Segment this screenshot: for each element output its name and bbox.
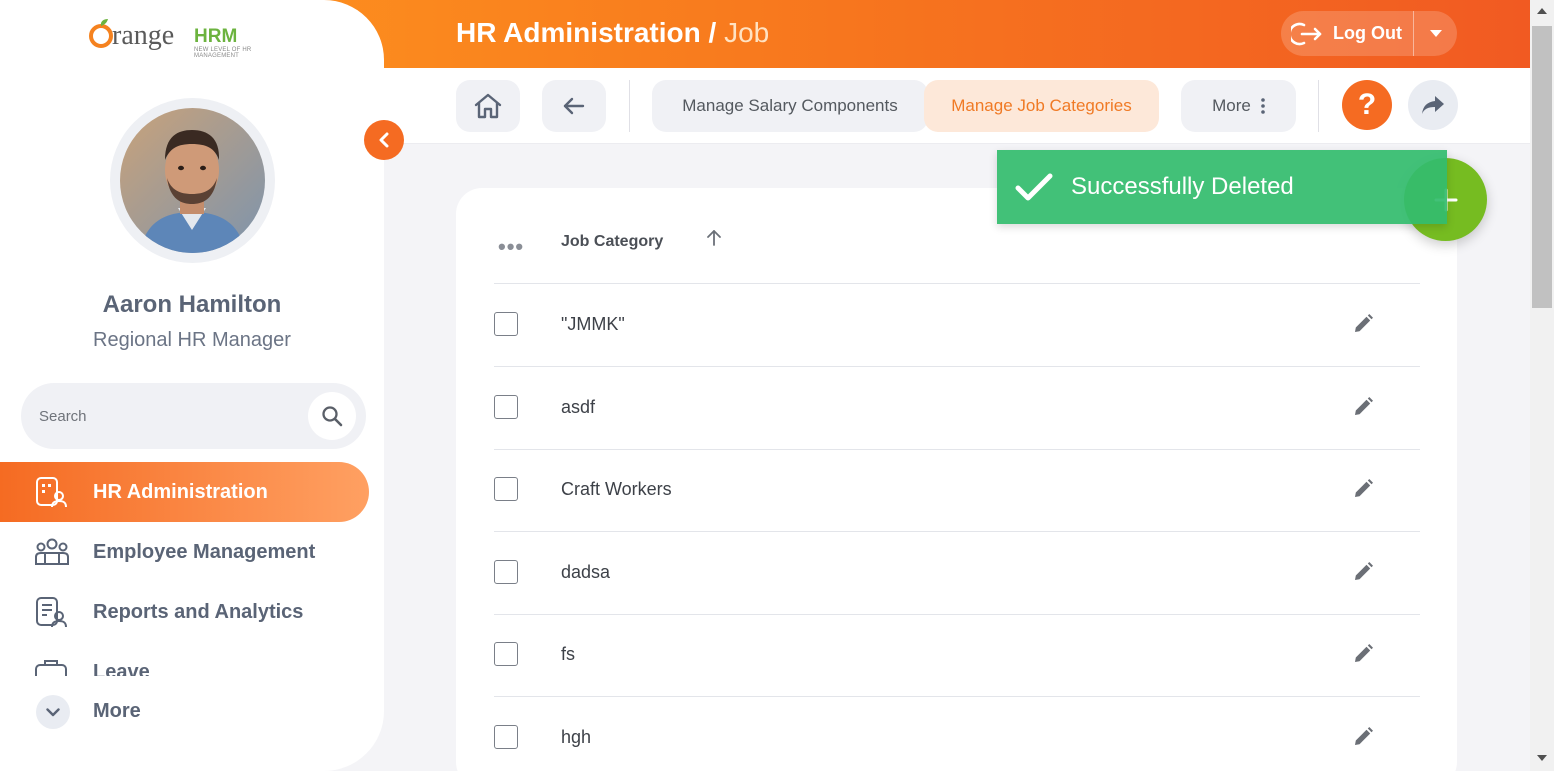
search-icon bbox=[322, 406, 343, 427]
row-checkbox[interactable] bbox=[494, 642, 518, 666]
job-category-name: "JMMK" bbox=[561, 314, 625, 334]
scroll-up-icon[interactable] bbox=[1537, 8, 1547, 14]
sidebar-more[interactable]: More bbox=[0, 690, 384, 734]
chevron-down-icon[interactable] bbox=[1414, 11, 1457, 56]
column-header-job-category[interactable]: Job Category bbox=[561, 233, 663, 251]
tab-manage-job-categories[interactable]: Manage Job Categories bbox=[924, 80, 1159, 132]
page-title-sub: Job bbox=[724, 17, 770, 48]
toolbar-divider bbox=[1318, 80, 1319, 132]
logo-text: range bbox=[112, 20, 175, 51]
logout-button-group: Log Out bbox=[1281, 11, 1457, 56]
logout-icon[interactable] bbox=[1281, 11, 1333, 56]
sidebar-item-hr-administration[interactable]: HR Administration bbox=[0, 462, 369, 522]
sort-ascending-icon[interactable] bbox=[706, 228, 722, 251]
sidebar-search bbox=[21, 383, 366, 449]
scroll-down-icon[interactable] bbox=[1537, 755, 1547, 761]
sidebar-item-label: Leave bbox=[93, 660, 150, 677]
employees-icon bbox=[0, 537, 93, 567]
job-category-name: fs bbox=[561, 644, 576, 664]
job-category-name: Craft Workers bbox=[561, 479, 672, 499]
user-role: Regional HR Manager bbox=[93, 329, 291, 351]
share-icon bbox=[1422, 96, 1444, 114]
orangehrm-logo[interactable]: range HRM NEW LEVEL OF HR MANAGEMENT bbox=[88, 12, 298, 60]
job-category-name: asdf bbox=[561, 396, 596, 417]
search-button[interactable] bbox=[308, 392, 356, 440]
sidebar-menu: HR Administration Employee Management Re… bbox=[0, 462, 384, 676]
row-checkbox[interactable] bbox=[494, 312, 518, 336]
job-categories-card: ••• Job Category "JMMK" asdf Craft Workers… bbox=[456, 188, 1457, 771]
leave-icon bbox=[0, 657, 93, 676]
row-checkbox[interactable] bbox=[494, 724, 518, 749]
tab-more-label: More bbox=[1212, 96, 1251, 115]
sidebar-item-employee-management[interactable]: Employee Management bbox=[0, 522, 369, 582]
table-row[interactable]: dadsa bbox=[494, 532, 1420, 615]
user-name: Aaron Hamilton bbox=[102, 291, 282, 318]
help-button[interactable]: ? bbox=[1342, 80, 1392, 130]
table-row[interactable]: hgh bbox=[494, 697, 1420, 771]
scrollbar-thumb[interactable] bbox=[1532, 26, 1552, 308]
home-button[interactable] bbox=[456, 80, 520, 132]
arrow-left-icon bbox=[563, 97, 585, 115]
search-input[interactable] bbox=[21, 383, 301, 449]
pencil-icon[interactable] bbox=[1350, 641, 1376, 667]
collapse-sidebar-button[interactable] bbox=[364, 120, 404, 160]
pencil-icon[interactable] bbox=[1350, 559, 1376, 585]
page-title-main: HR Administration bbox=[456, 17, 701, 48]
table-row[interactable]: "JMMK" bbox=[494, 284, 1420, 367]
tab-more[interactable]: More bbox=[1181, 80, 1296, 132]
job-category-name: hgh bbox=[561, 726, 592, 747]
orange-logo-icon bbox=[89, 19, 113, 48]
pencil-icon[interactable] bbox=[1350, 476, 1376, 502]
logout-button[interactable]: Log Out bbox=[1333, 23, 1413, 44]
logo-hrm: HRM bbox=[194, 26, 238, 47]
chevron-left-icon bbox=[379, 132, 389, 148]
help-icon: ? bbox=[1357, 88, 1377, 121]
kebab-icon bbox=[1261, 98, 1265, 114]
reports-icon bbox=[0, 595, 93, 629]
pencil-icon[interactable] bbox=[1350, 394, 1376, 420]
success-toast[interactable]: Successfully Deleted bbox=[997, 150, 1447, 224]
sidebar-item-label: Employee Management bbox=[93, 540, 316, 563]
table-header: ••• Job Category bbox=[494, 226, 1420, 284]
sub-toolbar: Manage Salary Components Manage Job Cate… bbox=[384, 68, 1530, 144]
sidebar-more-label: More bbox=[93, 700, 141, 722]
pencil-icon[interactable] bbox=[1350, 311, 1376, 337]
toast-message: Successfully Deleted bbox=[1071, 173, 1294, 200]
row-checkbox[interactable] bbox=[494, 394, 518, 419]
sidebar-item-label: Reports and Analytics bbox=[93, 600, 304, 623]
toolbar-divider bbox=[629, 80, 630, 132]
title-separator: / bbox=[700, 17, 725, 48]
hr-admin-icon bbox=[0, 475, 93, 509]
pencil-icon[interactable] bbox=[1350, 724, 1376, 750]
row-checkbox[interactable] bbox=[494, 477, 518, 501]
table-options-icon[interactable]: ••• bbox=[498, 234, 524, 260]
logo-tagline: NEW LEVEL OF HR MANAGEMENT bbox=[194, 47, 252, 59]
check-icon bbox=[997, 172, 1071, 202]
sidebar-item-reports-and-analytics[interactable]: Reports and Analytics bbox=[0, 582, 369, 642]
chevron-down-icon bbox=[36, 695, 70, 729]
page-title: HR Administration / Job bbox=[456, 17, 769, 49]
home-icon bbox=[474, 93, 502, 119]
table-row[interactable]: Craft Workers bbox=[494, 449, 1420, 532]
table-row[interactable]: asdf bbox=[494, 367, 1420, 450]
avatar[interactable] bbox=[110, 98, 275, 263]
table-row[interactable]: fs bbox=[494, 614, 1420, 697]
sidebar-item-label: HR Administration bbox=[93, 480, 268, 503]
avatar-image bbox=[120, 108, 265, 253]
page-scrollbar[interactable] bbox=[1530, 0, 1554, 771]
sidebar-item-leave[interactable]: Leave bbox=[0, 642, 369, 676]
sidebar: range HRM NEW LEVEL OF HR MANAGEMENT Aar… bbox=[0, 0, 384, 771]
row-checkbox[interactable] bbox=[494, 559, 518, 584]
back-button[interactable] bbox=[542, 80, 606, 132]
share-button[interactable] bbox=[1408, 80, 1458, 130]
tab-manage-salary-components[interactable]: Manage Salary Components bbox=[652, 80, 928, 132]
job-category-name: dadsa bbox=[561, 561, 611, 582]
